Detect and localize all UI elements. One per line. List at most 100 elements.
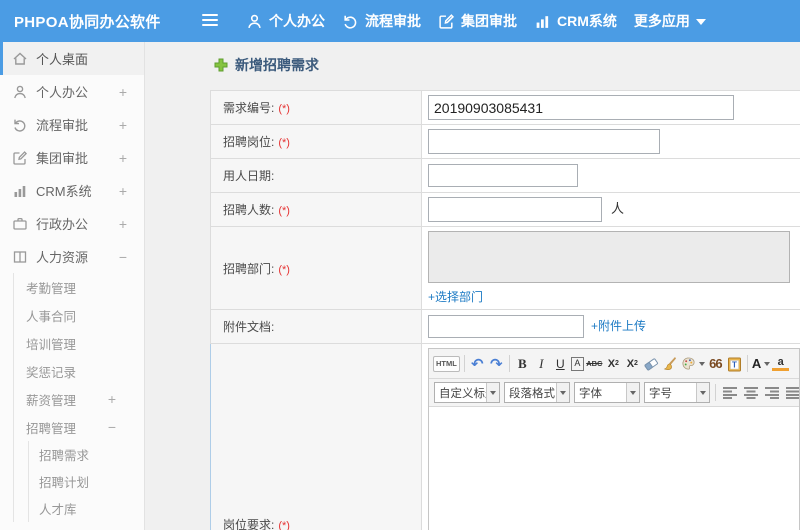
collapse-minus-icon[interactable]: − [119,249,127,265]
sidebar-item-label: 招聘需求 [39,449,90,463]
sidebar-item-label: 人事合同 [26,309,77,324]
hr-submenu: 考勤管理 人事合同 培训管理 奖惩记录 薪资管理 + 招聘管理 − 招聘需求 招… [13,273,144,522]
underline-button[interactable]: U [552,354,569,374]
font-color-button[interactable]: A [752,354,771,374]
caret-down-icon [556,383,569,402]
sidebar-item-label: 人力资源 [36,250,89,265]
nav-group-approval[interactable]: 集团审批 [438,11,517,31]
bold-button[interactable]: B [514,354,531,374]
department-box[interactable] [428,231,790,283]
briefcase-icon [12,216,28,232]
expand-plus-icon[interactable]: + [119,216,127,232]
blockquote-button[interactable]: 66 [707,354,724,374]
expand-plus-icon[interactable]: + [119,84,127,100]
subscript-button[interactable]: X2 [624,354,641,374]
sidebar-item-recruit-plan[interactable]: 招聘计划 [29,468,144,495]
nav-label: 个人办公 [269,13,325,29]
field-label: 招聘岗位: [223,135,275,149]
align-justify-icon[interactable] [784,383,799,403]
sidebar-item-attendance[interactable]: 考勤管理 [14,273,144,301]
table-row: 用人日期: [210,158,800,193]
caret-down-icon [626,383,639,402]
nav-label: 流程审批 [365,13,421,29]
workflow-icon [12,117,28,133]
recruit-position-input[interactable] [428,129,660,154]
svg-text:T: T [732,360,737,369]
expand-plus-icon[interactable]: + [108,391,116,407]
attachment-upload-link[interactable]: +附件上传 [591,319,646,333]
sidebar-item-desktop[interactable]: 个人桌面 [0,42,144,75]
color-palette-icon[interactable] [681,354,705,374]
sidebar-item-label: 人才库 [39,503,77,517]
sidebar-item-label: 考勤管理 [26,281,77,296]
sidebar-item-label: 行政办公 [36,217,89,232]
book-icon [12,249,28,265]
custom-title-dropdown[interactable]: 自定义标题 [434,382,500,403]
edit-icon [438,13,455,30]
hire-date-input[interactable] [428,164,578,187]
table-row: 岗位要求: (*) HTML ↶ ↷ B I U A ABC X2 X 2 66… [210,343,800,530]
hamburger-menu-icon[interactable] [202,14,218,29]
expand-plus-icon[interactable]: + [119,150,127,166]
field-label: 岗位要求: [223,517,275,530]
sidebar-item-salary[interactable]: 薪资管理 + [14,385,144,413]
sidebar-item-label: 流程审批 [36,118,89,133]
sidebar-item-personal-office[interactable]: 个人办公 + [0,75,144,108]
expand-plus-icon[interactable]: + [119,117,127,133]
edit-icon [12,150,28,166]
sidebar-item-training[interactable]: 培训管理 [14,329,144,357]
sidebar-item-crm[interactable]: CRM系统 + [0,174,144,207]
nav-workflow-approval[interactable]: 流程审批 [342,11,421,31]
top-nav: 个人办公 流程审批 集团审批 CRM系统 更多应用 [246,0,723,42]
attachment-input[interactable] [428,315,584,338]
strikethrough-button[interactable]: ABC [586,354,603,374]
sidebar: 个人桌面 个人办公 + 流程审批 + 集团审批 + CRM系统 + 行政办公 +… [0,42,145,530]
headcount-unit: 人 [611,200,625,216]
font-family-dropdown[interactable]: 字体 [574,382,640,403]
sidebar-item-label: 招聘管理 [26,421,77,436]
expand-plus-icon[interactable]: + [119,183,127,199]
align-left-icon[interactable] [721,383,738,403]
editor-content-area[interactable] [429,407,799,530]
headcount-input[interactable] [428,197,602,222]
demand-number-input[interactable] [428,95,734,120]
select-department-link[interactable]: +选择部门 [428,288,483,305]
sidebar-item-group-approval[interactable]: 集团审批 + [0,141,144,174]
sidebar-item-talent-pool[interactable]: 人才库 [29,495,144,522]
font-size-dropdown[interactable]: 字号 [644,382,710,403]
field-label: 招聘人数: [223,203,275,217]
caret-down-icon [486,383,499,402]
undo-icon[interactable]: ↶ [469,354,486,374]
sidebar-item-personnel-contract[interactable]: 人事合同 [14,301,144,329]
required-mark: (*) [278,263,290,276]
paste-text-icon[interactable]: T [726,354,743,374]
app-logo: PHPOA协同办公软件 [14,13,161,31]
table-row: 招聘人数: (*) 人 [210,192,800,227]
eraser-icon[interactable] [643,354,660,374]
sidebar-item-hr[interactable]: 人力资源 − [0,240,144,273]
table-row: 招聘部门: (*) +选择部门 [210,226,800,310]
sidebar-item-recruit-demand[interactable]: 招聘需求 [29,441,144,468]
nav-more-apps[interactable]: 更多应用 [634,11,706,31]
sidebar-item-admin-office[interactable]: 行政办公 + [0,207,144,240]
field-label: 附件文档: [223,320,275,334]
sidebar-item-reward-punishment[interactable]: 奖惩记录 [14,357,144,385]
sidebar-item-workflow-approval[interactable]: 流程审批 + [0,108,144,141]
redo-icon[interactable]: ↷ [488,354,505,374]
home-icon [12,51,28,67]
highlight-color-button[interactable]: a [772,356,790,371]
caret-down-icon [764,361,771,366]
nav-crm-system[interactable]: CRM系统 [534,11,617,31]
paragraph-format-dropdown[interactable]: 段落格式 [504,382,570,403]
format-brush-icon[interactable] [662,354,679,374]
align-center-icon[interactable] [742,383,759,403]
collapse-minus-icon[interactable]: − [108,419,116,435]
nav-personal-office[interactable]: 个人办公 [246,11,325,31]
italic-button[interactable]: I [533,354,550,374]
html-source-button[interactable]: HTML [433,355,460,372]
font-border-button[interactable]: A [570,356,584,371]
sidebar-item-recruitment[interactable]: 招聘管理 − [14,413,144,441]
superscript-button[interactable]: X2 [605,354,622,374]
page-title-text: 新增招聘需求 [235,57,319,73]
align-right-icon[interactable] [763,383,780,403]
